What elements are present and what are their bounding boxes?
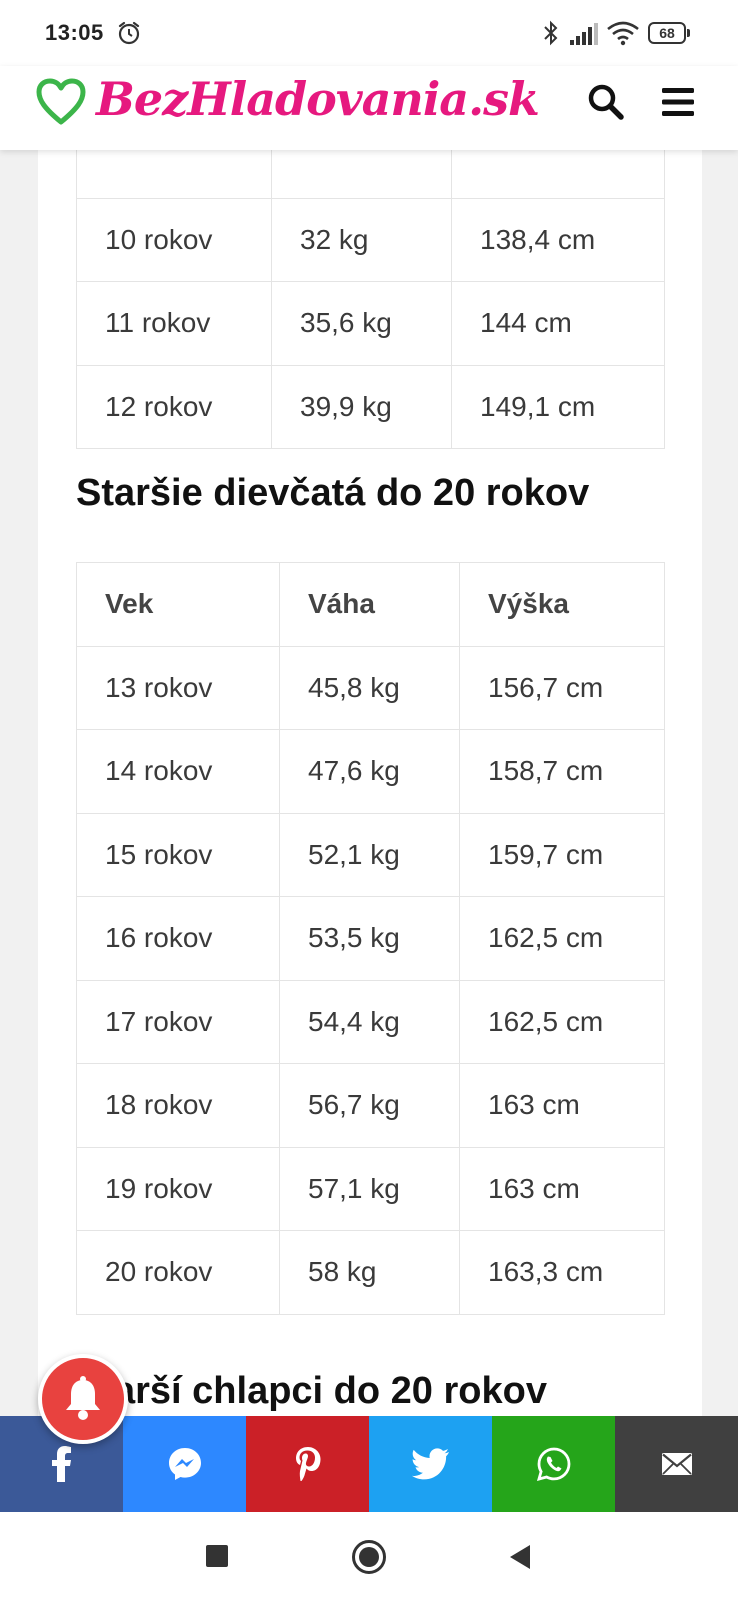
table-cell: 57,1 kg xyxy=(279,1146,460,1231)
age-table-girls: Vek Váha Výška 13 rokov 45,8 kg 156,7 cm… xyxy=(76,562,665,1315)
table-cell: 47,6 kg xyxy=(279,729,460,814)
table-cell: 15 rokov xyxy=(76,812,280,897)
table-cell: 53,5 kg xyxy=(279,896,460,981)
table-row xyxy=(76,150,665,199)
age-table-younger: 10 rokov 32 kg 138,4 cm 11 rokov 35,6 kg… xyxy=(76,150,665,449)
table-cell: 35,6 kg xyxy=(271,281,452,366)
table-cell: 149,1 cm xyxy=(451,364,665,449)
table-cell: 54,4 kg xyxy=(279,979,460,1064)
table-row: 17 rokov 54,4 kg 162,5 cm xyxy=(76,979,665,1064)
table-cell: 163 cm xyxy=(459,1063,665,1148)
share-pinterest-button[interactable] xyxy=(246,1416,369,1512)
table-cell xyxy=(76,150,272,199)
table-cell: 156,7 cm xyxy=(459,645,665,730)
table-cell: 10 rokov xyxy=(76,197,272,282)
battery-icon: 68 xyxy=(648,22,690,44)
table-row: 16 rokov 53,5 kg 162,5 cm xyxy=(76,896,665,981)
system-nav-bar xyxy=(0,1512,738,1600)
menu-icon[interactable] xyxy=(660,84,696,120)
table-cell: 56,7 kg xyxy=(279,1063,460,1148)
back-icon[interactable] xyxy=(508,1543,532,1571)
table-cell: 162,5 cm xyxy=(459,979,665,1064)
table-cell: 58 kg xyxy=(279,1230,460,1315)
table-cell: 16 rokov xyxy=(76,896,280,981)
share-whatsapp-button[interactable] xyxy=(492,1416,615,1512)
table-cell: 163,3 cm xyxy=(459,1230,665,1315)
share-email-button[interactable] xyxy=(615,1416,738,1512)
battery-level: 68 xyxy=(648,22,686,44)
table-cell: 13 rokov xyxy=(76,645,280,730)
share-twitter-button[interactable] xyxy=(369,1416,492,1512)
table-cell: 162,5 cm xyxy=(459,896,665,981)
table-cell: 11 rokov xyxy=(76,281,272,366)
table-row: 19 rokov 57,1 kg 163 cm xyxy=(76,1146,665,1231)
section-heading-girls: Staršie dievčatá do 20 rokov xyxy=(76,472,590,514)
search-icon[interactable] xyxy=(586,82,626,122)
share-messenger-button[interactable] xyxy=(123,1416,246,1512)
whatsapp-icon xyxy=(536,1447,570,1481)
bell-icon xyxy=(66,1376,100,1420)
alarm-icon xyxy=(118,21,140,45)
column-header-height: Výška xyxy=(459,562,665,647)
site-logo[interactable]: BezHladovania.sk xyxy=(96,72,540,126)
messenger-icon xyxy=(168,1448,201,1480)
status-time: 13:05 xyxy=(45,20,104,45)
notification-bell-button[interactable] xyxy=(38,1354,128,1444)
pinterest-icon xyxy=(295,1447,320,1481)
table-row: 15 rokov 52,1 kg 159,7 cm xyxy=(76,812,665,897)
table-row: 12 rokov 39,9 kg 149,1 cm xyxy=(76,364,665,449)
table-cell: 52,1 kg xyxy=(279,812,460,897)
table-cell: 45,8 kg xyxy=(279,645,460,730)
email-icon xyxy=(661,1453,692,1475)
heart-icon[interactable] xyxy=(36,78,86,126)
wifi-icon xyxy=(607,21,639,46)
signal-icon xyxy=(570,23,598,45)
table-cell: 138,4 cm xyxy=(451,197,665,282)
home-icon[interactable] xyxy=(352,1540,386,1574)
table-cell: 159,7 cm xyxy=(459,812,665,897)
table-cell: 158,7 cm xyxy=(459,729,665,814)
table-cell: 39,9 kg xyxy=(271,364,452,449)
table-cell xyxy=(271,150,452,199)
table-row: 18 rokov 56,7 kg 163 cm xyxy=(76,1063,665,1148)
table-cell: 32 kg xyxy=(271,197,452,282)
site-header: BezHladovania.sk xyxy=(0,66,738,150)
article-content: 10 rokov 32 kg 138,4 cm 11 rokov 35,6 kg… xyxy=(38,150,702,1416)
column-header-age: Vek xyxy=(76,562,280,647)
table-cell: 19 rokov xyxy=(76,1146,280,1231)
recents-icon[interactable] xyxy=(206,1545,228,1567)
table-cell: 17 rokov xyxy=(76,979,280,1064)
column-header-weight: Váha xyxy=(279,562,460,647)
table-cell: 163 cm xyxy=(459,1146,665,1231)
bluetooth-icon xyxy=(544,20,558,46)
twitter-icon xyxy=(411,1448,449,1480)
section-heading-boys: Starší chlapci do 20 rokov xyxy=(76,1370,547,1412)
table-cell xyxy=(451,150,665,199)
table-row: 20 rokov 58 kg 163,3 cm xyxy=(76,1230,665,1315)
status-bar: 13:05 68 xyxy=(0,0,738,66)
table-cell: 12 rokov xyxy=(76,364,272,449)
table-row: 14 rokov 47,6 kg 158,7 cm xyxy=(76,729,665,814)
table-cell: 14 rokov xyxy=(76,729,280,814)
table-cell: 144 cm xyxy=(451,281,665,366)
table-row: 10 rokov 32 kg 138,4 cm xyxy=(76,197,665,282)
table-row: 13 rokov 45,8 kg 156,7 cm xyxy=(76,645,665,730)
table-header-row: Vek Váha Výška xyxy=(76,562,665,647)
table-cell: 20 rokov xyxy=(76,1230,280,1315)
table-cell: 18 rokov xyxy=(76,1063,280,1148)
facebook-icon xyxy=(51,1446,71,1482)
table-row: 11 rokov 35,6 kg 144 cm xyxy=(76,281,665,366)
